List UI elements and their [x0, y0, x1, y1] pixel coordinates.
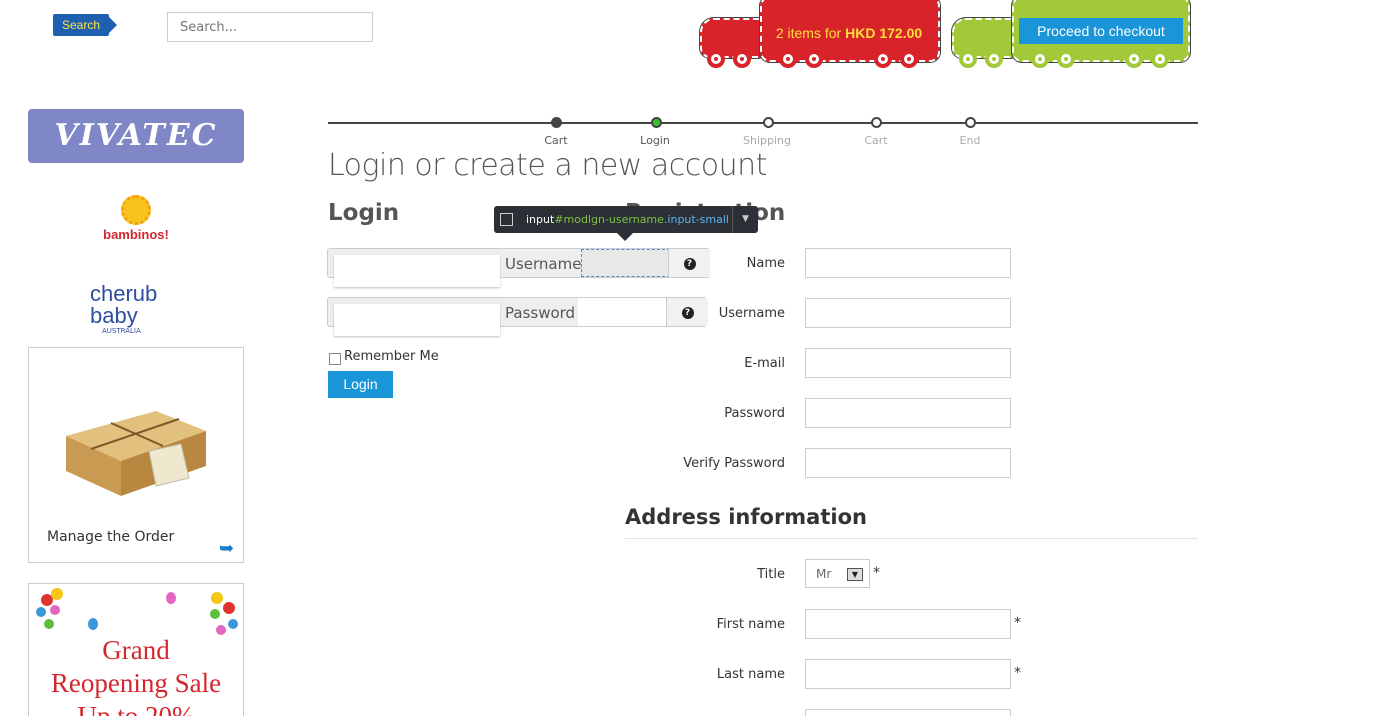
- step-label-cart-2: Cart: [864, 134, 888, 147]
- sale-line: Reopening Sale: [50, 668, 222, 698]
- wheel-icon: [805, 50, 823, 68]
- required-mark: *: [1014, 665, 1021, 681]
- reopening-sale-banner[interactable]: Grand Reopening Sale Up to 20%: [28, 583, 244, 716]
- required-mark: *: [1014, 615, 1021, 631]
- step-label-shipping: Shipping: [743, 134, 791, 147]
- step-label-end: End: [959, 134, 981, 147]
- remember-me-checkbox[interactable]: [329, 353, 341, 365]
- wheel-icon: [1057, 50, 1075, 68]
- first-name-input[interactable]: [805, 609, 1011, 639]
- first-name-label: First name: [716, 617, 785, 632]
- sale-line: Grand: [102, 635, 170, 665]
- title-label: Title: [757, 567, 785, 582]
- reg-password-label: Password: [724, 406, 785, 421]
- chevron-down-icon[interactable]: ▼: [732, 206, 758, 233]
- search-input[interactable]: [167, 12, 373, 42]
- step-dot-end: [965, 117, 976, 128]
- username-label: Username: [505, 255, 582, 273]
- wheel-icon: [707, 50, 725, 68]
- wheel-icon: [733, 50, 751, 68]
- password-label: Password: [505, 304, 576, 322]
- vivatec-logo[interactable]: VIVATEC: [28, 109, 244, 163]
- reg-password-input[interactable]: [805, 398, 1011, 428]
- cart-summary[interactable]: 2 items for HKD 172.00: [762, 18, 936, 48]
- name-input[interactable]: [805, 248, 1011, 278]
- last-name-input[interactable]: [805, 659, 1011, 689]
- cart-amount: HKD 172.00: [845, 25, 923, 41]
- name-label: Name: [746, 256, 785, 271]
- manage-order-banner[interactable]: Manage the Order ➥: [28, 347, 244, 563]
- arrow-right-icon: ➥: [219, 538, 235, 559]
- sale-text: Grand Reopening Sale Up to 20%: [29, 634, 243, 716]
- wheel-icon: [1031, 50, 1049, 68]
- wheel-icon: [874, 50, 892, 68]
- search-button[interactable]: Search: [53, 14, 117, 36]
- cherub-logo-subtext: AUSTRALIA: [102, 327, 141, 335]
- bambinos-logo[interactable]: bambinos!: [96, 195, 176, 251]
- autocomplete-overlay: [334, 255, 500, 287]
- wheel-icon: [779, 50, 797, 68]
- title-select[interactable]: Mr ▼: [805, 559, 870, 588]
- step-label-cart: Cart: [544, 134, 568, 147]
- wheel-icon: [1151, 50, 1169, 68]
- step-label-login: Login: [640, 134, 670, 147]
- login-button[interactable]: Login: [328, 371, 393, 398]
- last-name-label: Last name: [716, 667, 785, 682]
- proceed-to-checkout-button[interactable]: Proceed to checkout: [1019, 18, 1183, 44]
- devtools-inspect-tooltip: input#modlgn-username.input-small ▼: [494, 206, 758, 233]
- search-button-arrow-icon: [109, 17, 117, 33]
- tooltip-pointer: [617, 233, 633, 241]
- search-button-label: Search: [53, 14, 109, 36]
- address-heading: Address information: [625, 505, 867, 529]
- email-input[interactable]: [805, 348, 1011, 378]
- wheel-icon: [985, 50, 1003, 68]
- chevron-down-icon: ▼: [847, 568, 863, 581]
- manage-order-label: Manage the Order: [47, 529, 175, 545]
- reg-username-input[interactable]: [805, 298, 1011, 328]
- sale-line: Up to 20%: [77, 701, 195, 716]
- verify-password-input[interactable]: [805, 448, 1011, 478]
- cart-items-text: 2 items for: [775, 25, 846, 41]
- wheel-icon: [1125, 50, 1143, 68]
- email-label: E-mail: [744, 356, 785, 371]
- cherub-baby-logo[interactable]: cherub baby AUSTRALIA: [90, 281, 190, 336]
- login-heading: Login: [328, 200, 400, 226]
- selector-id: #modlgn-username: [554, 213, 664, 226]
- wheel-icon: [959, 50, 977, 68]
- element-selector: input#modlgn-username.input-small: [526, 206, 729, 233]
- step-dot-cart-2: [871, 117, 882, 128]
- parcel-icon: [66, 411, 206, 496]
- reg-username-label: Username: [718, 306, 785, 321]
- bambinos-logo-text: bambinos!: [103, 227, 169, 242]
- required-mark: *: [873, 565, 880, 581]
- section-divider: [625, 538, 1198, 539]
- sun-face-icon: [121, 195, 151, 225]
- wheel-icon: [900, 50, 918, 68]
- cherub-logo-text: cherub baby: [90, 281, 158, 328]
- selector-class: .input-small: [663, 213, 729, 226]
- autocomplete-overlay: [334, 304, 500, 336]
- inspect-cursor-icon[interactable]: [500, 213, 513, 226]
- step-dot-login: [651, 117, 662, 128]
- step-dot-shipping: [763, 117, 774, 128]
- verify-password-label: Verify Password: [683, 456, 785, 471]
- title-select-value: Mr: [816, 567, 832, 581]
- selector-tag: input: [526, 213, 555, 226]
- page-title: Login or create a new account: [328, 148, 767, 183]
- next-address-input[interactable]: [805, 709, 1011, 716]
- step-dot-cart: [551, 117, 562, 128]
- remember-me-label: Remember Me: [344, 349, 439, 364]
